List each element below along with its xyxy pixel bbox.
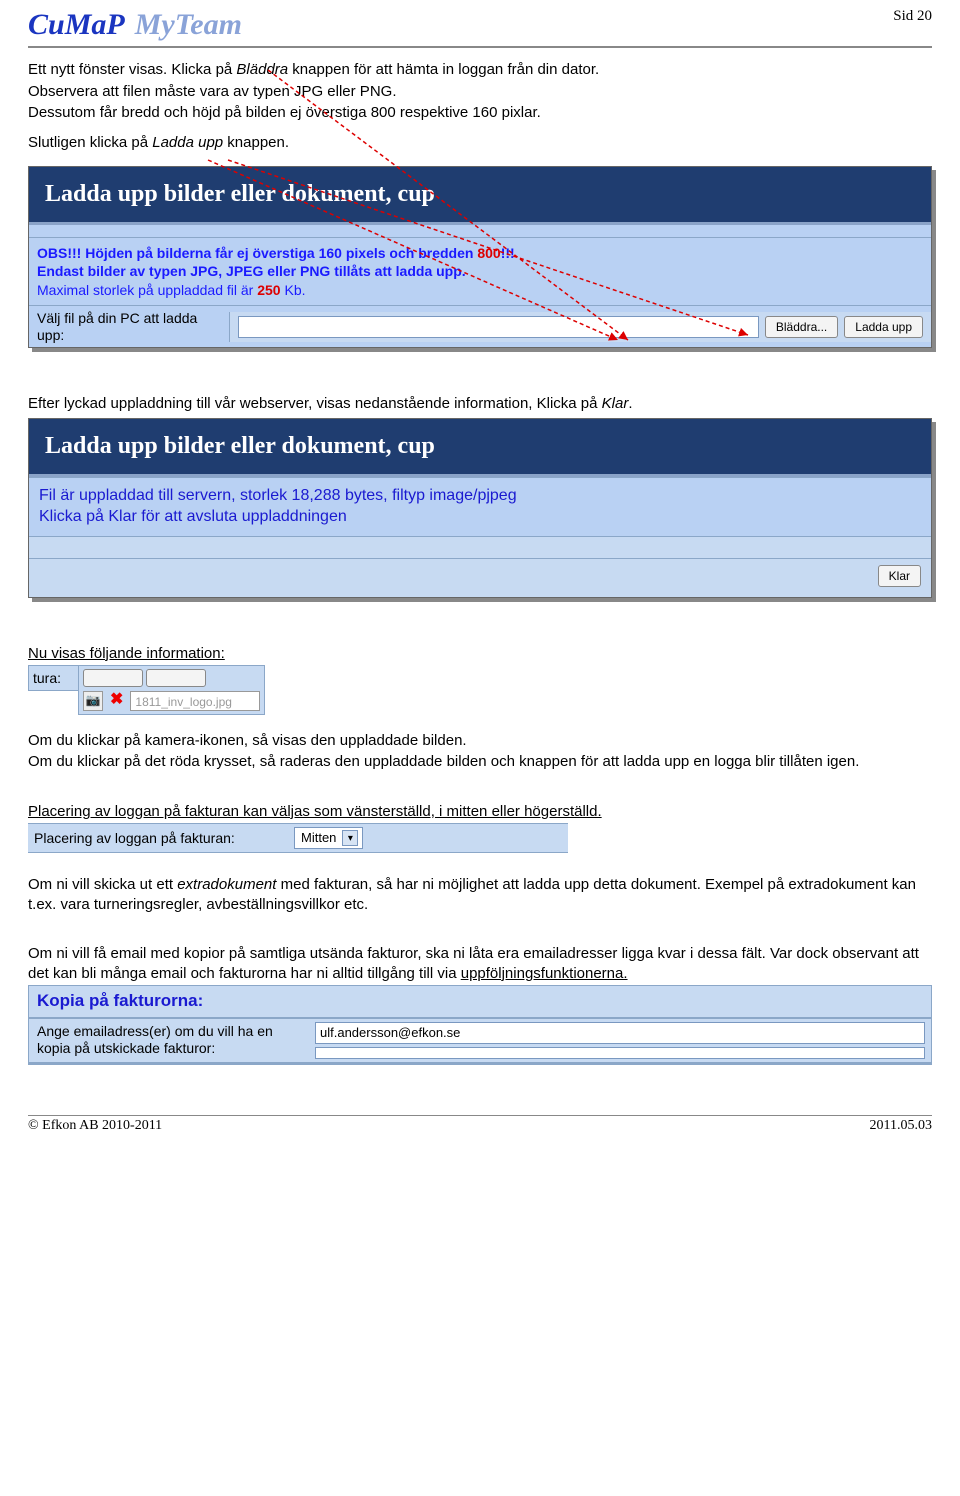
extra-p: Om ni vill skicka ut ett extradokument m…: [28, 875, 932, 914]
browse-button[interactable]: Bläddra...: [765, 316, 838, 338]
footer-right: 2011.05.03: [870, 1118, 932, 1134]
page-number: Sid 20: [893, 8, 932, 25]
logo-cumap: CuMaP: [28, 8, 125, 42]
mid-text-1: Efter lyckad uppladdning till vår webser…: [28, 394, 932, 414]
dialog-title: Ladda upp bilder eller dokument, cup: [29, 167, 931, 225]
kopia-label: Ange emailadress(er) om du vill ha en ko…: [29, 1019, 309, 1062]
intro-p4: Slutligen klicka på Ladda upp knappen.: [28, 133, 932, 153]
placering-label: Placering av loggan på fakturan:: [34, 830, 294, 847]
delete-x-icon[interactable]: ✖: [106, 690, 127, 711]
intro-p2: Observera att filen måste vara av typen …: [28, 82, 932, 102]
page-footer: © Efkon AB 2010-2011 2011.05.03: [28, 1115, 932, 1134]
upload-success-text: Fil är uppladdad till servern, storlek 1…: [29, 477, 931, 536]
snippet-tura: tura: 📷 ✖ 1811_inv_logo.jpg: [28, 665, 932, 715]
footer-left: © Efkon AB 2010-2011: [28, 1118, 162, 1134]
placering-snippet: Placering av loggan på fakturan: Mitten …: [28, 823, 568, 853]
chevron-down-icon: ▾: [342, 830, 358, 846]
upload-label: Välj fil på din PC att ladda upp:: [29, 306, 229, 348]
uploaded-filename: 1811_inv_logo.jpg: [130, 691, 260, 711]
upload-button[interactable]: Ladda upp: [844, 316, 923, 338]
page-header: CuMaP MyTeam Sid 20: [28, 8, 932, 48]
body-content: Ett nytt fönster visas. Klicka på Bläddr…: [28, 60, 932, 1065]
screenshot-upload-success: Ladda upp bilder eller dokument, cup Fil…: [28, 418, 932, 598]
email-input-1[interactable]: ulf.andersson@efkon.se: [315, 1022, 925, 1044]
kopia-title: Kopia på fakturorna:: [29, 986, 931, 1017]
snippet-heading: Nu visas följande information:: [28, 644, 932, 664]
logo: CuMaP MyTeam: [28, 8, 242, 42]
email-input-2[interactable]: [315, 1047, 925, 1059]
camera-icon[interactable]: 📷: [83, 691, 103, 711]
intro-p1: Ett nytt fönster visas. Klicka på Bläddr…: [28, 60, 932, 80]
upload-row: Välj fil på din PC att ladda upp: Bläddr…: [29, 305, 931, 348]
dialog-title-2: Ladda upp bilder eller dokument, cup: [29, 419, 931, 477]
logo-myteam: MyTeam: [135, 8, 242, 42]
file-input[interactable]: [238, 316, 759, 338]
kopia-snippet: Kopia på fakturorna: Ange emailadress(er…: [28, 985, 932, 1064]
intro-p3: Dessutom får bredd och höjd på bilden ej…: [28, 103, 932, 123]
screenshot-upload-dialog: Ladda upp bilder eller dokument, cup OBS…: [28, 166, 932, 348]
after-snip-p1: Om du klickar på kamera-ikonen, så visas…: [28, 731, 932, 751]
email-p: Om ni vill få email med kopior på samtli…: [28, 944, 932, 983]
placering-dropdown[interactable]: Mitten ▾: [294, 827, 363, 849]
after-snip-p2: Om du klickar på det röda krysset, så ra…: [28, 752, 932, 772]
placering-intro: Placering av loggan på fakturan kan välj…: [28, 802, 932, 822]
upload-warning-text: OBS!!! Höjden på bilderna får ej översti…: [29, 237, 931, 305]
done-button[interactable]: Klar: [878, 565, 921, 587]
